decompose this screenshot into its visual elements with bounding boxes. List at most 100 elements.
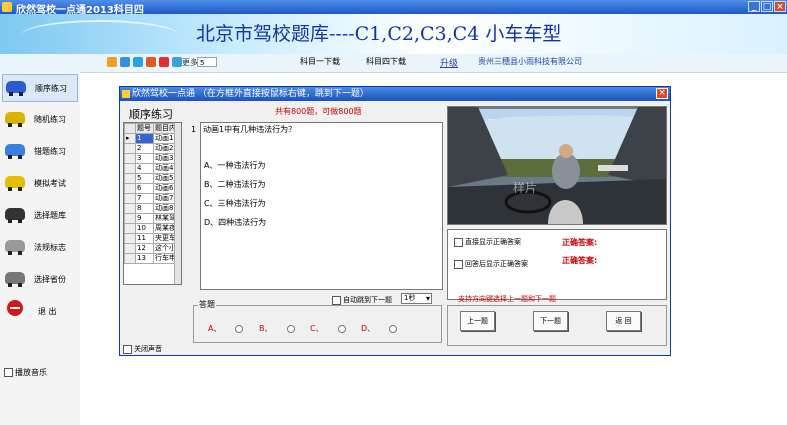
more-input[interactable]: 5 (197, 57, 217, 67)
download-subject1-link[interactable]: 科目一下载 (300, 56, 340, 67)
upgrade-link[interactable]: 升级 (440, 56, 458, 69)
table-row[interactable]: 7 动画7 (124, 193, 181, 204)
table-row[interactable]: 3 动画3 (124, 153, 181, 164)
question-number: 1 (191, 125, 197, 134)
checkbox-box[interactable] (454, 237, 463, 247)
table-row[interactable]: 5 动画5 (124, 173, 181, 184)
dialog-titlebar: 欣然驾校一点通 （在方框外直接按鼠标右键，跳到下一题） × (120, 87, 670, 101)
seconds-select[interactable]: 1秒 (401, 293, 432, 304)
sidebar-item-label: 随机练习 (34, 115, 66, 124)
question-count: 共有800题，可做800题 (275, 107, 362, 116)
choice-c-label: C、 (310, 324, 324, 333)
yellow-car-icon (5, 112, 25, 127)
sidebar-item-label: 模拟考试 (34, 179, 66, 188)
qq-icon[interactable] (133, 57, 143, 67)
choice-c-radio[interactable] (337, 324, 346, 333)
sidebar-item-sequential[interactable]: 顺序练习 (2, 74, 78, 102)
question-image-panel: 样片 (447, 106, 667, 225)
auto-next-label: 自动跳到下一题 (343, 296, 392, 304)
weibo-icon[interactable] (146, 57, 156, 67)
after-answer-checkbox[interactable]: 回答后显示正确答案 (454, 259, 528, 269)
choice-b[interactable]: B、 (259, 323, 295, 334)
table-row[interactable]: 6 动画6 (124, 183, 181, 194)
choice-b-label: B、 (259, 324, 273, 333)
question-area: 动画1中有几种违法行为？ A、一种违法行为 B、二种违法行为 C、三种违法行为 … (200, 122, 443, 290)
grey-car-icon (5, 240, 25, 255)
dialog-title: 欣然驾校一点通 （在方框外直接按鼠标右键，跳到下一题） (132, 89, 369, 99)
play-music-label: 播放音乐 (15, 368, 47, 377)
sidebar-item-label: 顺序练习 (35, 84, 67, 93)
auto-next-checkbox[interactable]: 自动跳到下一题 (332, 295, 392, 305)
renren-icon[interactable] (159, 57, 169, 67)
sidebar-item-province[interactable]: 选择省份 (2, 266, 78, 294)
table-row[interactable]: 9 林某驾 (124, 213, 181, 224)
checkbox-box[interactable] (332, 295, 341, 305)
banner-title: 北京市驾校题库----C1,C2,C3,C4 小车车型 (196, 23, 562, 45)
sidebar-item-label: 错题练习 (34, 147, 66, 156)
checkbox-box[interactable] (4, 368, 13, 377)
choice-c[interactable]: C、 (310, 323, 346, 334)
back-button[interactable]: 返 回 (606, 311, 641, 331)
no-entry-icon (7, 300, 23, 316)
sidebar-item-random[interactable]: 随机练习 (2, 106, 78, 134)
toolbar: 更多 5 科目一下载 科目四下载 升级 贵州三穗县小雨科技有限公司 (0, 54, 787, 73)
banner: 北京市驾校题库----C1,C2,C3,C4 小车车型 (0, 14, 787, 54)
download-subject4-link[interactable]: 科目四下载 (366, 56, 406, 67)
more-label: 更多 (182, 58, 198, 67)
plus-icon[interactable] (172, 57, 182, 67)
show-answer-label: 直接显示正确答案 (465, 238, 521, 246)
share-icon[interactable] (120, 57, 130, 67)
sidebar-item-label: 退 出 (38, 307, 57, 316)
answer-display-panel: 直接显示正确答案 正确答案: 回答后显示正确答案 正确答案: (447, 229, 667, 300)
correct-answer-label-2: 正确答案: (562, 256, 598, 265)
sidebar-item-question-bank[interactable]: 选择题库 (2, 202, 78, 230)
window-titlebar: 欣然驾校一点通2013科目四 _ □ × (0, 0, 787, 16)
checkbox-box[interactable] (123, 344, 132, 354)
sidebar-item-exit[interactable]: 退 出 (2, 298, 78, 326)
choice-d-radio[interactable] (389, 324, 398, 333)
dialog-close-button[interactable]: × (656, 88, 668, 99)
black-car-icon (5, 208, 25, 223)
minimize-button[interactable]: _ (748, 1, 760, 12)
answer-legend: 答题 (198, 299, 216, 310)
table-row[interactable]: 4 动画4 (124, 163, 181, 174)
sidebar-item-wrong[interactable]: 错题练习 (2, 138, 78, 166)
play-music-checkbox[interactable]: 播放音乐 (4, 367, 47, 378)
table-row[interactable]: 13 行车申 (124, 253, 181, 264)
list-title: 顺序练习 (129, 108, 173, 121)
star-icon[interactable] (107, 57, 117, 67)
sidebar-item-label: 法规标志 (34, 243, 66, 252)
question-text: 动画1中有几种违法行为？ (203, 125, 297, 134)
choice-a[interactable]: A、 (208, 323, 244, 334)
choice-a-label: A、 (208, 324, 222, 333)
blue-car-icon (6, 81, 26, 96)
choice-d[interactable]: D、 (361, 323, 398, 334)
sidebar-item-mock-exam[interactable]: 模拟考试 (2, 170, 78, 198)
table-row[interactable]: 12 这个小 (124, 243, 181, 254)
correct-answer-label-1: 正确答案: (562, 238, 598, 247)
option-a: A、一种违法行为 (204, 161, 266, 170)
next-question-button[interactable]: 下一题 (533, 311, 568, 331)
after-answer-label: 回答后显示正确答案 (465, 260, 528, 268)
table-row[interactable]: 10 周某夜 (124, 223, 181, 234)
maximize-button[interactable]: □ (761, 1, 773, 12)
table-row[interactable]: 2 动画2 (124, 143, 181, 154)
close-button[interactable]: × (774, 1, 786, 12)
sidebar-item-traffic-signs[interactable]: 法规标志 (2, 234, 78, 262)
mute-sound-checkbox[interactable]: 关闭声音 (123, 344, 162, 354)
blue-car-icon (5, 144, 25, 159)
table-row[interactable]: 11 夹更车 (124, 233, 181, 244)
keyboard-hint: 支持方向键选择上一题和下一题 (458, 295, 556, 303)
company-link[interactable]: 贵州三穗县小雨科技有限公司 (478, 56, 582, 67)
table-row[interactable]: 8 动画8 (124, 203, 181, 214)
grid-scrollbar[interactable] (174, 123, 181, 284)
table-row[interactable]: ▸ 1 动画1 (124, 133, 181, 144)
choice-b-radio[interactable] (286, 324, 295, 333)
prev-question-button[interactable]: 上一题 (460, 311, 495, 331)
checkbox-box[interactable] (454, 259, 463, 269)
choice-a-radio[interactable] (235, 324, 244, 333)
show-answer-checkbox[interactable]: 直接显示正确答案 (454, 237, 521, 247)
question-grid[interactable]: 题号 题目内 ▸ 1 动画1 2 动画2 3 动画3 4 动画4 5 动画5 6 动画6 7动… (123, 122, 182, 285)
grid-header-number[interactable]: 题号 (135, 123, 154, 134)
mute-sound-label: 关闭声音 (134, 345, 162, 353)
